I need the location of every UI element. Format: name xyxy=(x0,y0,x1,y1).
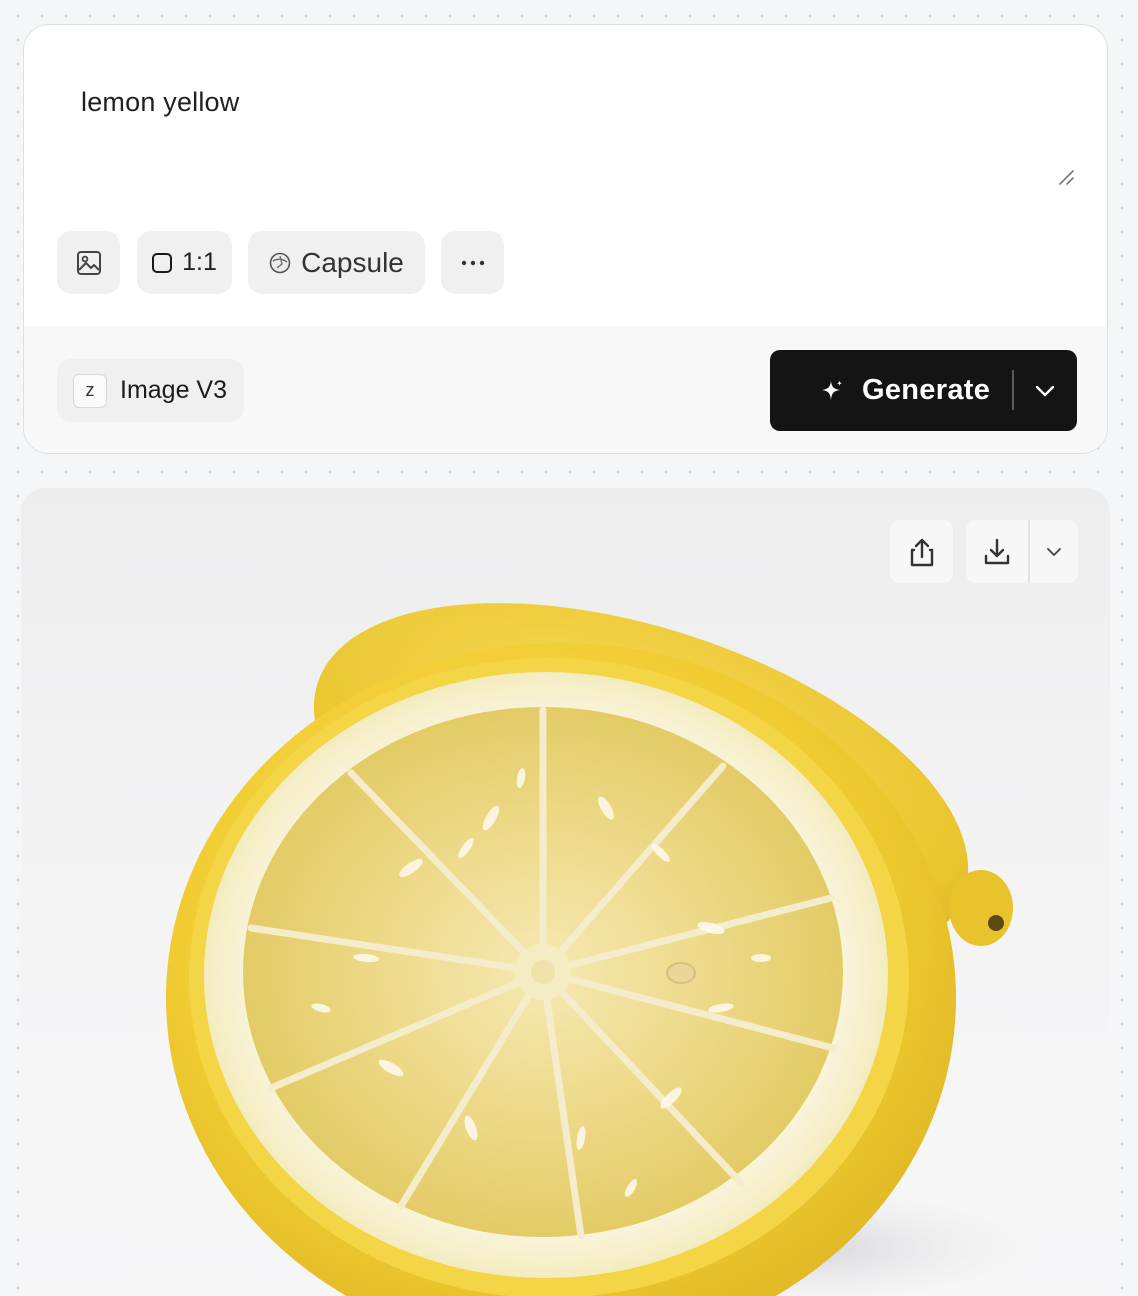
aspect-ratio-label: 1:1 xyxy=(182,248,217,276)
download-options-button[interactable] xyxy=(1030,520,1078,583)
prompt-input[interactable]: lemon yellow xyxy=(81,87,239,118)
download-button[interactable] xyxy=(966,520,1028,583)
image-icon xyxy=(76,250,101,275)
share-icon xyxy=(910,538,933,566)
generate-button-group: Generate xyxy=(770,350,1077,431)
style-label: Capsule xyxy=(301,246,404,278)
upload-image-button[interactable] xyxy=(57,231,120,294)
result-card xyxy=(21,488,1110,1296)
prompt-footer: z Image V3 Generate xyxy=(24,326,1107,453)
more-options-button[interactable] xyxy=(441,231,504,294)
model-selector-button[interactable]: z Image V3 xyxy=(57,359,244,422)
generate-button[interactable]: Generate xyxy=(770,350,990,431)
style-thumbnail-icon xyxy=(269,252,291,273)
model-badge: z xyxy=(73,373,107,408)
lemon-image[interactable] xyxy=(21,488,1110,1296)
style-button[interactable]: Capsule xyxy=(248,231,425,294)
download-icon xyxy=(984,538,1010,564)
share-button[interactable] xyxy=(890,520,953,583)
download-button-group xyxy=(966,520,1078,583)
aspect-ratio-button[interactable]: 1:1 xyxy=(137,231,232,294)
chevron-down-icon xyxy=(1047,547,1061,556)
prompt-card: lemon yellow 1:1 Capsule z Image V3 Gene… xyxy=(23,24,1108,454)
sparkle-icon xyxy=(822,380,842,400)
square-icon xyxy=(152,252,173,273)
generate-options-button[interactable] xyxy=(1012,350,1077,431)
ellipsis-icon xyxy=(461,260,484,265)
model-label: Image V3 xyxy=(120,376,228,404)
chevron-down-icon xyxy=(1035,385,1054,396)
generate-label: Generate xyxy=(862,374,991,406)
resize-handle-icon[interactable] xyxy=(1058,169,1074,185)
